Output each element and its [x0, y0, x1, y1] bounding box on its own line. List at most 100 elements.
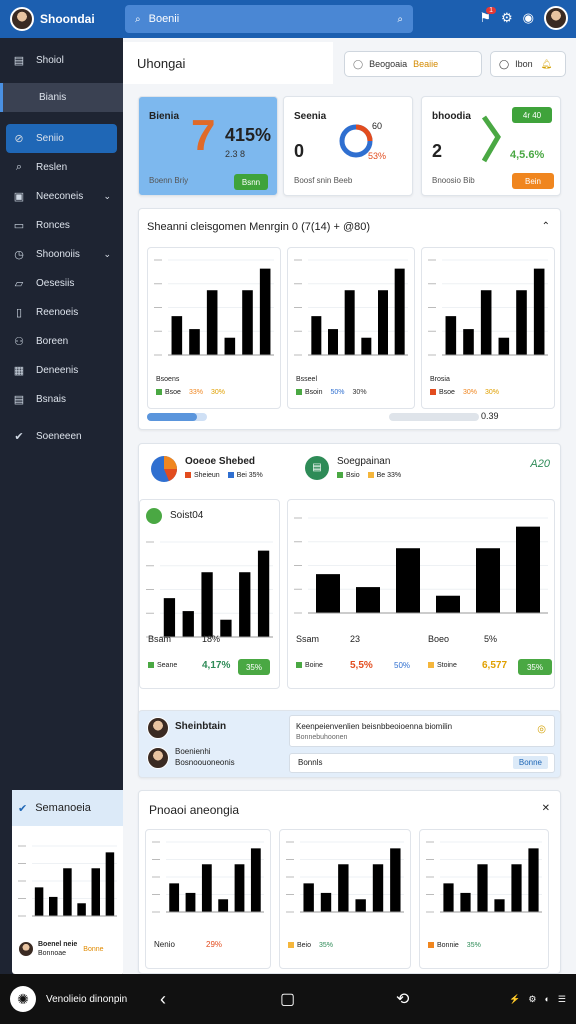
- chart-bar: [91, 868, 100, 916]
- recents-icon[interactable]: ⟲: [396, 989, 409, 1009]
- sidebar-item-label: Neeconeis: [36, 191, 84, 202]
- sidebar-item-label: Reenoeis: [36, 307, 79, 318]
- notification-icon[interactable]: ⚑ 1: [479, 7, 496, 26]
- gear-icon[interactable]: ✺: [10, 986, 36, 1012]
- stat-card-1[interactable]: Bienia 7 415% 2.3 8 Boenn Briy Bsnn: [138, 96, 278, 196]
- compass-icon: ⊘: [14, 133, 24, 145]
- comment-icon: ◯: [499, 58, 510, 69]
- reply-button[interactable]: Bonne: [512, 756, 548, 769]
- chart-bar: [303, 883, 314, 912]
- stat-sub: 53%: [368, 151, 387, 161]
- stat-pill-top[interactable]: 4r 40: [512, 107, 552, 123]
- legend-item: Bei 35%: [227, 472, 263, 479]
- slider-value: 0.39: [481, 411, 499, 421]
- user-avatar[interactable]: [544, 6, 568, 30]
- mini-chart-label: 5%: [484, 634, 498, 644]
- sidebar-item-4[interactable]: ▣ Neeconeis ⌄: [0, 182, 123, 211]
- search-submit-icon[interactable]: ⌕: [397, 14, 403, 25]
- avatar[interactable]: [10, 7, 34, 31]
- sidebar-item-12[interactable]: ✔ Soeneeen: [0, 422, 123, 451]
- chart-panel-4: Pnoaoi aneongia ✕ Nenio 29% Beio 35% Bonn…: [138, 790, 561, 974]
- chevron-up-icon[interactable]: ⌃: [542, 221, 550, 232]
- scroll-slider-right[interactable]: [389, 413, 479, 421]
- stat-card-2[interactable]: Seenia 60 0 53% Boosf snin Beeb: [283, 96, 413, 196]
- sidebar-item-1[interactable]: Bianis: [0, 83, 123, 112]
- header-button-2[interactable]: ◯ Ibon 🔔︎: [490, 51, 566, 77]
- chart-bar: [206, 290, 218, 355]
- avatar[interactable]: [147, 747, 169, 769]
- sidebar-widget: ✔ Semanoeia Boenel neie Bonnoae Bonne: [12, 790, 125, 974]
- scroll-slider-left[interactable]: [147, 413, 207, 421]
- avatar[interactable]: [147, 717, 169, 739]
- chart-bar: [516, 290, 527, 355]
- mini-chart-3: Brosia Bsoe 30% 30%: [421, 247, 555, 409]
- sidebar: ▤ Shoiol Bianis ⊘ Seniio ⌕ Reslen ▣ Neeconei…: [0, 38, 125, 974]
- header-button-1[interactable]: ◯ Beogoaia Beaiie: [344, 51, 482, 77]
- card-icon: ▤: [13, 394, 25, 406]
- reply-input[interactable]: Bonnls Bonne: [289, 753, 555, 773]
- sidebar-item-0[interactable]: ▤ Shoiol: [0, 46, 123, 75]
- top-bar: Shoondai ⌕ Boenii ⌕ ⚑ 1 ⚙ ◉: [0, 0, 576, 38]
- chart-bar: [63, 868, 72, 916]
- chart-bar: [320, 892, 332, 912]
- sidebar-item-6[interactable]: ◷ Shoonoiis ⌄: [0, 240, 123, 269]
- window-icon: ▤: [13, 55, 25, 67]
- search-input[interactable]: Boenii: [149, 13, 180, 25]
- header-badge: Beaiie: [413, 59, 439, 69]
- legend-value: 33%: [188, 389, 203, 396]
- sidebar-item-8[interactable]: ▯ Reenoeis: [0, 298, 123, 327]
- info-sub: Boenienhi: [175, 747, 211, 756]
- mini-chart-8: Bonnie 35%: [419, 829, 549, 969]
- home-icon[interactable]: ▢: [280, 989, 295, 1009]
- header-button-label: Beogoaia: [369, 59, 408, 69]
- seven-icon: 7: [191, 111, 216, 160]
- mini-chart-title: Soist04: [170, 510, 204, 521]
- sidebar-item-label: Bianis: [39, 92, 67, 103]
- sidebar-item-11[interactable]: ▤ Bsnais: [0, 385, 123, 414]
- info-name: Sheinbtain: [175, 721, 227, 732]
- chart-bar: [372, 864, 384, 912]
- mini-chart-pill[interactable]: 35%: [518, 659, 552, 675]
- legend-item: Bsoe: [430, 389, 455, 396]
- stat-pill[interactable]: Bsnn: [234, 174, 268, 190]
- sidebar-widget-title: Semanoeia: [35, 802, 91, 814]
- info-panel: Sheinbtain Boenienhi Bosnoouoneonis Keen…: [138, 710, 561, 778]
- chart-bar: [477, 864, 488, 912]
- sidebar-item-10[interactable]: ▦ Deneenis: [0, 356, 123, 385]
- stat-card-3[interactable]: bhoodia 4r 40 2 4,5.6% Bnoosio Bib Bein: [421, 96, 561, 196]
- legend-value: 30%: [210, 389, 225, 396]
- chart-bar: [169, 883, 180, 912]
- search-bar[interactable]: ⌕ Boenii ⌕: [125, 5, 413, 33]
- mini-chart-label: Brosia: [430, 376, 450, 383]
- chart-bar: [516, 526, 540, 613]
- stat-foot: Boosf snin Beeb: [294, 176, 353, 185]
- help-icon[interactable]: ◉: [523, 10, 534, 26]
- mini-chart-label: Bsseel: [296, 376, 318, 383]
- sidebar-item-7[interactable]: ▱ Oesesiis: [0, 269, 123, 298]
- mini-chart-pill[interactable]: 35%: [238, 659, 270, 675]
- close-icon[interactable]: ✕: [542, 803, 550, 814]
- wifi-icon: ⚙: [528, 993, 537, 1004]
- mini-chart-value: 6,577: [482, 660, 508, 671]
- search-icon: ⌕: [15, 161, 23, 173]
- stat-pill[interactable]: Bein: [512, 173, 554, 189]
- chart-bar: [185, 892, 196, 912]
- back-icon[interactable]: ‹: [160, 989, 166, 1010]
- sidebar-item-9[interactable]: ⚇ Boreen: [0, 327, 123, 356]
- pie-icon: [151, 456, 177, 482]
- legend-value: 30%: [352, 389, 367, 396]
- notice-box[interactable]: Keenpeienvenlien beisnbbeoioenna biomili…: [289, 715, 555, 747]
- chart-bar: [163, 598, 176, 637]
- sidebar-item-2[interactable]: ⊘ Seniio: [6, 124, 117, 153]
- mini-chart-4: Soist04 Bsam 18% Seane 4,17% 35%: [139, 499, 280, 689]
- menu-icon: ☰: [557, 993, 566, 1004]
- chart-bar: [316, 574, 340, 613]
- chart-bar: [356, 587, 380, 613]
- settings-icon[interactable]: ⚙: [501, 10, 513, 26]
- mini-chart-value: 50%: [394, 661, 411, 670]
- legend-item: Boine: [296, 662, 323, 669]
- chart-bar: [201, 572, 213, 637]
- sidebar-item-3[interactable]: ⌕ Reslen: [0, 153, 123, 182]
- sidebar-item-label: Seniio: [36, 133, 64, 144]
- sidebar-item-5[interactable]: ▭ Ronces: [0, 211, 123, 240]
